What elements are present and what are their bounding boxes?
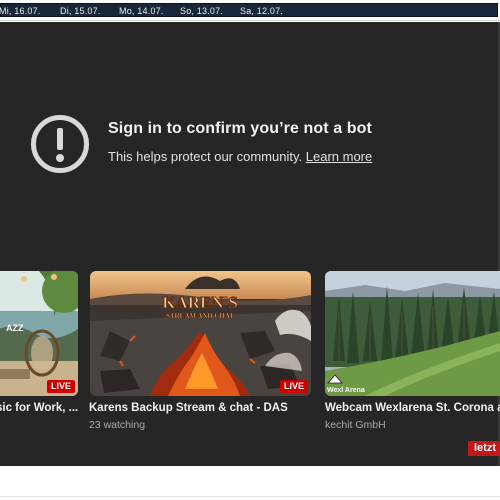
divider	[0, 496, 500, 497]
error-message-text: This helps protect our community.	[108, 149, 303, 164]
video-viewers: 23 watching	[89, 419, 146, 431]
thumbnail-image-lava: KAREN'S STREAM AND CHAT	[90, 271, 311, 396]
video-thumbnail[interactable]: KAREN'S STREAM AND CHAT LIVE	[90, 271, 311, 396]
live-badge: LIVE	[46, 380, 75, 393]
date-tab[interactable]: So, 13.07.	[180, 4, 223, 18]
date-tab[interactable]: Sa, 12.07.	[240, 4, 283, 18]
learn-more-link[interactable]: Learn more	[306, 149, 372, 164]
thumbnail-title-text: KAREN'S	[162, 293, 238, 312]
thumbnail-image-webcam: Wexl Arena	[325, 271, 500, 396]
thumbnail-text: AZZ	[6, 323, 24, 333]
video-title[interactable]: sic for Work, ...	[0, 402, 78, 414]
date-navigation-bar: Mi, 16.07. Di, 15.07. Mo, 14.07. So, 13.…	[0, 3, 498, 17]
date-tab[interactable]: Di, 15.07.	[60, 4, 101, 18]
error-message: This helps protect our community. Learn …	[108, 149, 372, 164]
thumbnail-subtitle-text: STREAM AND CHAT	[166, 312, 234, 320]
video-player: Sign in to confirm you’re not a bot This…	[0, 22, 500, 466]
date-tab[interactable]: Mo, 14.07.	[119, 4, 164, 18]
video-thumbnail[interactable]: Wexl Arena	[325, 271, 500, 396]
thumbnail-image-relax: AZZ	[0, 271, 78, 396]
thumbnail-logo-text: Wexl Arena	[327, 387, 365, 394]
live-badge: LIVE	[279, 380, 308, 393]
next-button[interactable]: letzt	[468, 441, 500, 456]
channel-name[interactable]: kechit GmbH	[325, 419, 386, 431]
video-title[interactable]: Webcam Wexlarena St. Corona an	[325, 402, 500, 414]
video-thumbnail[interactable]: AZZ LIVE	[0, 271, 78, 396]
error-title: Sign in to confirm you’re not a bot	[108, 120, 372, 137]
date-tab[interactable]: Mi, 16.07.	[0, 4, 41, 18]
exclamation-circle-icon	[31, 115, 89, 173]
date-strip: Mi, 16.07. Di, 15.07. Mo, 14.07. So, 13.…	[0, 0, 500, 21]
video-title[interactable]: Karens Backup Stream & chat - DAS	[89, 402, 315, 414]
page-footer-area	[0, 466, 500, 500]
